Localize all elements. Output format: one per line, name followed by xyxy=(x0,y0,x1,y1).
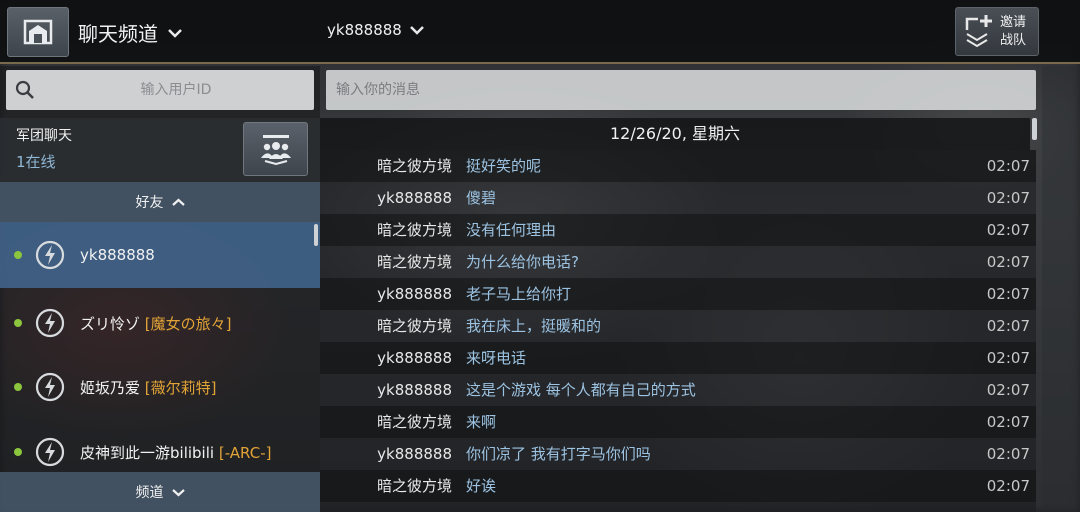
lightning-bolt-icon xyxy=(35,372,65,402)
message-sender[interactable]: 暗之彼方境 xyxy=(377,150,452,182)
message-time: 02:07 xyxy=(986,445,1030,463)
friend-name: 姬坂乃爱 [薇尔莉特] xyxy=(80,378,217,397)
message-time: 02:07 xyxy=(986,477,1030,495)
legion-group-icon xyxy=(260,135,291,165)
selected-user: yk888888 xyxy=(327,21,402,39)
message-row: yk888888 来呀电话 02:07 xyxy=(320,342,1036,374)
message-row: yk888888 傻碧 02:07 xyxy=(320,182,1036,214)
chat-scrollbar[interactable] xyxy=(1032,118,1037,140)
chat-panel: 12/26/20, 星期六 暗之彼方境 挺好笑的呢 02:07 yk888888… xyxy=(320,66,1042,512)
message-text: 我在床上，挺暖和的 xyxy=(466,317,602,335)
legion-chat-button[interactable] xyxy=(243,122,308,176)
chevron-up-icon xyxy=(171,198,185,206)
message-row: yk888888 这是个游戏 每个人都有自己的方式 02:07 xyxy=(320,374,1036,406)
search-icon xyxy=(15,80,34,99)
message-time: 02:07 xyxy=(986,221,1030,239)
message-row: 暗之彼方境 挺好笑的呢 02:07 xyxy=(320,150,1036,182)
message-text: 没有任何理由 xyxy=(466,221,557,239)
friends-header-label: 好友 xyxy=(135,195,164,211)
sidebar: 军团聊天 1在线 好友 yk888888 xyxy=(0,66,320,512)
user-search-box[interactable] xyxy=(6,70,314,110)
message-row-partial xyxy=(320,502,1036,512)
message-time: 02:07 xyxy=(986,317,1030,335)
message-time: 02:07 xyxy=(986,189,1030,207)
message-row: 暗之彼方境 来啊 02:07 xyxy=(320,406,1036,438)
channel-title: 聊天频道 xyxy=(78,22,158,46)
message-sender[interactable]: 暗之彼方境 xyxy=(377,470,452,502)
user-id-input[interactable] xyxy=(46,70,306,110)
message-row: 暗之彼方境 我在床上，挺暖和的 02:07 xyxy=(320,310,1036,342)
message-sender[interactable]: 暗之彼方境 xyxy=(377,246,452,278)
channels-section-header[interactable]: 频道 xyxy=(0,472,320,512)
legion-online-count: 1在线 xyxy=(16,153,56,171)
message-sender[interactable]: yk888888 xyxy=(377,374,452,406)
invite-label: 邀请 战队 xyxy=(1000,14,1027,48)
message-row: yk888888 老子马上给你打 02:07 xyxy=(320,278,1036,310)
message-sender[interactable]: 暗之彼方境 xyxy=(377,406,452,438)
friend-name: ズリ怜ゾ [魔女の旅々] xyxy=(80,314,232,333)
top-bar: 聊天频道 yk888888 邀请 战队 xyxy=(0,0,1080,64)
message-text: 来呀电话 xyxy=(466,349,527,367)
friends-scrollbar[interactable] xyxy=(314,224,318,246)
message-time: 02:07 xyxy=(986,349,1030,367)
friend-name: 皮神到此一游bilibili [-ARC-] xyxy=(80,443,272,462)
message-text: 这是个游戏 每个人都有自己的方式 xyxy=(466,381,696,399)
message-time: 02:07 xyxy=(986,253,1030,271)
message-row: 暗之彼方境 为什么给你电话? 02:07 xyxy=(320,246,1036,278)
message-sender[interactable]: yk888888 xyxy=(377,278,452,310)
date-divider: 12/26/20, 星期六 xyxy=(320,118,1030,150)
friend-item[interactable]: yk888888 xyxy=(0,222,320,288)
message-time: 02:07 xyxy=(986,157,1030,175)
friend-item[interactable]: 姬坂乃爱 [薇尔莉特] xyxy=(0,354,320,420)
lightning-bolt-icon xyxy=(35,437,65,467)
online-status-dot xyxy=(14,448,22,456)
message-time: 02:07 xyxy=(986,413,1030,431)
message-sender[interactable]: yk888888 xyxy=(377,182,452,214)
clan-tag: [-ARC-] xyxy=(218,443,272,462)
lightning-bolt-icon xyxy=(35,240,65,270)
message-text: 傻碧 xyxy=(466,189,497,207)
message-time: 02:07 xyxy=(986,285,1030,303)
lightning-bolt-icon xyxy=(35,308,65,338)
message-sender[interactable]: yk888888 xyxy=(377,438,452,470)
right-edge xyxy=(1042,66,1080,512)
message-row: 暗之彼方境 没有任何理由 02:07 xyxy=(320,214,1036,246)
legion-chat-title: 军团聊天 xyxy=(16,128,72,144)
invite-squad-button[interactable]: 邀请 战队 xyxy=(955,7,1039,56)
friend-item[interactable]: ズリ怜ゾ [魔女の旅々] xyxy=(0,290,320,356)
invite-squad-icon xyxy=(965,14,992,47)
message-time: 02:07 xyxy=(986,381,1030,399)
chat-target-selector[interactable]: yk888888 xyxy=(327,21,424,39)
message-text: 来啊 xyxy=(466,413,497,431)
home-icon xyxy=(23,19,53,45)
message-input[interactable] xyxy=(336,70,1026,110)
message-text: 你们凉了 我有打字马你们吗 xyxy=(466,445,651,463)
message-sender[interactable]: 暗之彼方境 xyxy=(377,214,452,246)
home-button[interactable] xyxy=(7,7,69,57)
online-status-dot xyxy=(14,319,22,327)
chevron-down-icon xyxy=(171,488,185,496)
friend-name: yk888888 xyxy=(80,246,155,264)
channel-selector[interactable]: 聊天频道 xyxy=(78,18,182,47)
chevron-down-icon xyxy=(409,26,424,35)
message-row: yk888888 你们凉了 我有打字马你们吗 02:07 xyxy=(320,438,1036,470)
friends-section-header[interactable]: 好友 xyxy=(0,182,320,222)
message-text: 好诶 xyxy=(466,477,497,495)
chevron-down-icon xyxy=(168,28,182,38)
message-sender[interactable]: yk888888 xyxy=(377,342,452,374)
message-text: 挺好笑的呢 xyxy=(466,157,542,175)
message-text: 老子马上给你打 xyxy=(466,285,572,303)
message-text: 为什么给你电话? xyxy=(466,253,579,271)
legion-chat-section[interactable]: 军团聊天 1在线 xyxy=(0,118,320,182)
clan-tag: [薇尔莉特] xyxy=(144,378,217,397)
message-sender[interactable]: 暗之彼方境 xyxy=(377,310,452,342)
channels-header-label: 频道 xyxy=(135,485,164,501)
message-input-box[interactable] xyxy=(326,70,1036,110)
online-status-dot xyxy=(14,251,22,259)
online-status-dot xyxy=(14,383,22,391)
message-row: 暗之彼方境 好诶 02:07 xyxy=(320,470,1036,502)
clan-tag: [魔女の旅々] xyxy=(144,314,232,333)
